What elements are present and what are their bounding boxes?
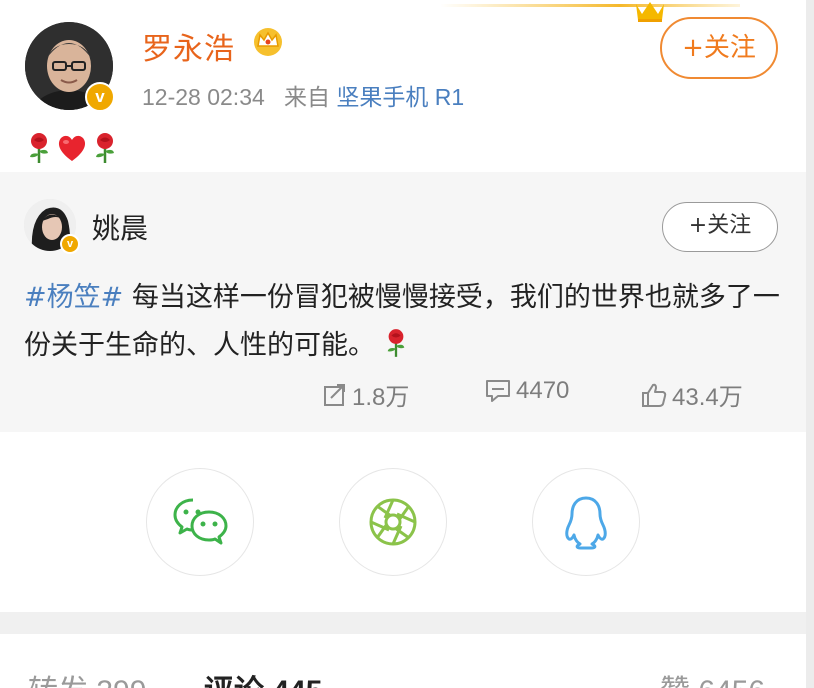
post-emoji-content xyxy=(26,132,118,164)
wechat-icon xyxy=(173,498,228,545)
repost-count: 1.8万 xyxy=(352,384,410,411)
repost-count-button[interactable]: 1.8万 xyxy=(322,377,409,412)
comment-count: 4470 xyxy=(516,377,570,404)
section-divider xyxy=(0,612,806,634)
follow-original-author-button[interactable]: +关注 xyxy=(662,202,778,252)
rose-icon xyxy=(387,329,404,357)
decor-gold-line xyxy=(440,4,740,7)
tab-likes[interactable]: 赞 6456 xyxy=(660,666,765,688)
source-prefix: 来自 xyxy=(283,84,330,110)
like-count-button[interactable]: 43.4万 xyxy=(640,377,743,412)
follow-author-button[interactable]: +关注 xyxy=(660,17,778,79)
hashtag-link[interactable]: #杨笠# xyxy=(24,282,123,313)
moments-icon xyxy=(369,498,417,546)
tab-comments[interactable]: 评论 445 xyxy=(204,666,322,688)
share-qq-button[interactable] xyxy=(532,468,640,576)
share-moments-button[interactable] xyxy=(339,468,447,576)
crown-icon[interactable] xyxy=(252,26,284,56)
rose-icon xyxy=(96,133,114,163)
post-timestamp: 12-28 02:34 xyxy=(142,84,265,110)
decor-crown-icon xyxy=(636,2,664,22)
verified-v-icon: v xyxy=(60,234,80,254)
like-count: 43.4万 xyxy=(672,384,743,411)
qq-icon xyxy=(565,496,607,550)
rose-icon xyxy=(30,133,48,163)
reposted-original-card[interactable]: v 姚晨 +关注 #杨笠# 每当这样一份冒犯被慢慢接受，我们的世界也就多了一份关… xyxy=(0,172,806,432)
original-post-stats: 1.8万 4470 43.4万 xyxy=(0,377,806,417)
tab-reposts[interactable]: 转发 399 xyxy=(28,666,146,688)
interaction-tabs: 转发 399 评论 445 赞 6456 xyxy=(0,634,806,688)
post-header: v 罗永浩 12-28 02:34 来自 坚果手机 R1 +关注 xyxy=(0,0,806,172)
post-meta: 12-28 02:34 来自 坚果手机 R1 xyxy=(142,78,464,112)
scroll-edge xyxy=(806,0,814,688)
verified-v-icon: v xyxy=(85,82,115,112)
heart-icon xyxy=(58,135,86,161)
author-name[interactable]: 罗永浩 xyxy=(142,24,235,68)
comment-icon xyxy=(486,380,510,402)
post-source-link[interactable]: 坚果手机 R1 xyxy=(336,84,464,110)
repost-icon xyxy=(324,383,345,406)
thumbs-up-icon xyxy=(642,383,667,407)
comment-count-button[interactable]: 4470 xyxy=(484,377,569,405)
share-panel xyxy=(0,432,806,612)
original-post-text: #杨笠# 每当这样一份冒犯被慢慢接受，我们的世界也就多了一份关于生命的、人性的可… xyxy=(24,274,784,370)
share-wechat-button[interactable] xyxy=(146,468,254,576)
original-author-name[interactable]: 姚晨 xyxy=(92,207,148,247)
